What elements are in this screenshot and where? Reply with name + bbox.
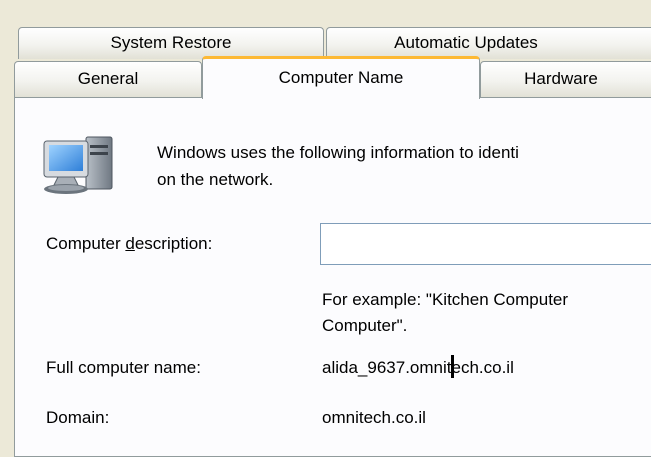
domain-value[interactable]: omnitech.co.il <box>322 408 426 428</box>
tab-general[interactable]: General <box>14 61 202 97</box>
tab-label: Automatic Updates <box>394 33 538 52</box>
tab-computer-name[interactable]: Computer Name <box>202 56 480 99</box>
tab-system-restore[interactable]: System Restore <box>18 27 324 59</box>
computer-description-input[interactable] <box>320 223 651 265</box>
tab-label: System Restore <box>110 33 232 52</box>
description-example-line1: For example: "Kitchen Computer <box>322 290 569 309</box>
intro-text-line1: Windows uses the following information t… <box>157 143 519 162</box>
tab-label: General <box>77 69 139 88</box>
text-cursor <box>451 355 454 378</box>
tab-label: Computer Name <box>278 68 404 87</box>
tab-label: Hardware <box>524 69 598 88</box>
tab-hardware[interactable]: Hardware <box>480 61 651 97</box>
full-computer-name-value[interactable]: alida_9637.omnitech.co.il <box>322 358 514 378</box>
domain-label: Domain: <box>46 408 110 427</box>
computer-description-label: Computer description: <box>46 234 213 253</box>
description-example-line2: Computer". <box>322 316 408 335</box>
intro-text-line2: on the network. <box>157 170 274 189</box>
computer-network-icon <box>43 136 113 194</box>
tab-automatic-updates[interactable]: Automatic Updates <box>326 27 651 59</box>
full-computer-name-label: Full computer name: <box>46 358 201 377</box>
